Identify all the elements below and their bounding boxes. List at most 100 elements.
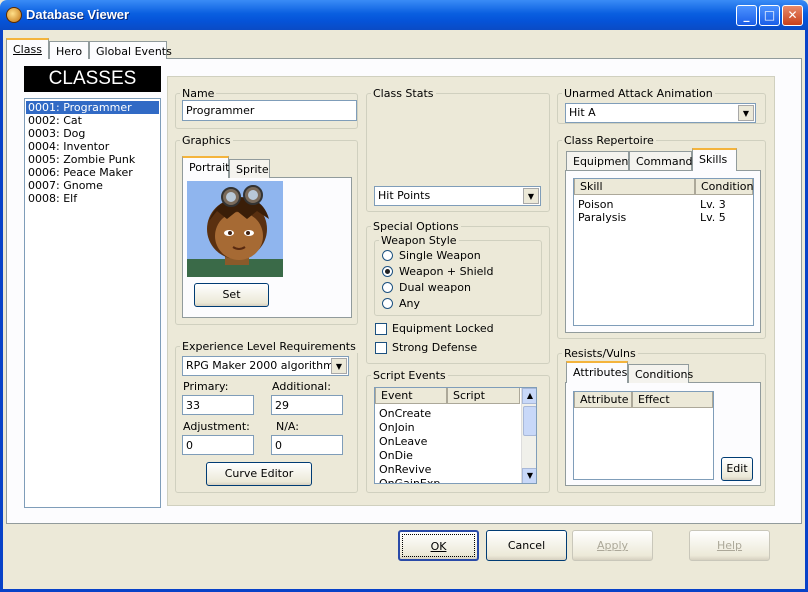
classes-header: CLASSES <box>24 66 161 92</box>
cancel-button[interactable]: Cancel <box>486 530 567 561</box>
effect-column-header[interactable]: Effect <box>632 392 713 408</box>
events-rows: OnCreate OnJoin OnLeave OnDie OnRevive OnGain… <box>379 407 519 483</box>
unarmed-value: Hit A <box>569 106 596 119</box>
class-stats-value: Hit Points <box>378 189 431 202</box>
tab-equipment[interactable]: Equipment <box>566 151 633 170</box>
tab-sprite[interactable]: Sprite <box>229 159 270 178</box>
tab-global-events[interactable]: Global Events <box>89 41 172 59</box>
skill-name: Poison <box>578 198 614 211</box>
class-list-item[interactable]: 0002: Cat <box>26 114 159 127</box>
na-field[interactable]: 0 <box>271 435 343 455</box>
tab-skills[interactable]: Skills <box>692 148 737 171</box>
event-row[interactable]: OnGainExp <box>379 477 519 483</box>
na-label: N/A: <box>276 420 299 433</box>
additional-label: Additional: <box>272 380 331 393</box>
equipment-locked-label: Equipment Locked <box>392 322 494 335</box>
chevron-down-icon: ▼ <box>738 105 754 121</box>
set-graphic-button[interactable]: Set <box>194 283 269 307</box>
scroll-thumb[interactable] <box>523 406 536 436</box>
adjustment-field[interactable]: 0 <box>182 435 254 455</box>
weapon-style-label: Single Weapon <box>399 249 481 262</box>
unarmed-animation-select[interactable]: Hit A ▼ <box>565 103 756 123</box>
tab-conditions-label: Conditions <box>635 368 694 381</box>
adjustment-label: Adjustment: <box>183 420 250 433</box>
class-list-item[interactable]: 0008: Elf <box>26 192 159 205</box>
class-list-item[interactable]: 0001: Programmer <box>26 101 159 114</box>
exp-algorithm-value: RPG Maker 2000 algorithm <box>186 359 334 372</box>
script-events-label: Script Events <box>371 369 448 382</box>
unarmed-label: Unarmed Attack Animation <box>562 87 715 100</box>
weapon-style-label: Weapon Style <box>379 234 459 247</box>
event-row[interactable]: OnJoin <box>379 421 519 435</box>
help-button[interactable]: Help <box>689 530 770 561</box>
scroll-up-icon[interactable]: ▲ <box>522 388 536 404</box>
event-column-header[interactable]: Event <box>375 388 447 404</box>
tab-global-events-label: Global Events <box>96 45 172 58</box>
scroll-down-icon[interactable]: ▼ <box>522 468 536 483</box>
class-list-item[interactable]: 0005: Zombie Punk <box>26 153 159 166</box>
class-repertoire-label: Class Repertoire <box>562 134 656 147</box>
portrait-image <box>187 181 283 277</box>
skill-condition: Lv. 3 <box>700 198 726 211</box>
tab-commands[interactable]: Commands <box>629 151 698 170</box>
tab-sprite-label: Sprite <box>236 163 269 176</box>
tab-conditions[interactable]: Conditions <box>628 364 693 383</box>
event-row[interactable]: OnCreate <box>379 407 519 421</box>
additional-field[interactable]: 29 <box>271 395 343 415</box>
tab-hero[interactable]: Hero <box>49 41 89 59</box>
class-list[interactable]: 0001: Programmer 0002: Cat 0003: Dog 0004: … <box>24 98 161 508</box>
name-field[interactable]: Programmer <box>182 100 357 121</box>
script-events-list[interactable]: Event Script OnCreate OnJoin OnLeave OnDie O… <box>374 387 537 484</box>
skill-row[interactable]: Poison Lv. 3 <box>578 198 748 211</box>
condition-column-header[interactable]: Condition <box>695 179 754 195</box>
radio-button[interactable] <box>382 266 393 277</box>
weapon-style-label: Dual weapon <box>399 281 471 294</box>
skills-list[interactable]: Skill Condition Poison Lv. 3 Paralysis Lv. … <box>573 178 754 326</box>
ok-button[interactable]: OK <box>398 530 479 561</box>
skill-column-header[interactable]: Skill <box>574 179 695 195</box>
tab-class[interactable]: Class <box>6 38 49 59</box>
radio-button[interactable] <box>382 250 393 261</box>
apply-button-label: Apply <box>596 539 629 552</box>
skill-condition: Lv. 5 <box>700 211 726 224</box>
graphics-label: Graphics <box>180 134 233 147</box>
strong-defense-checkbox[interactable] <box>375 342 387 354</box>
event-row[interactable]: OnDie <box>379 449 519 463</box>
events-scrollbar[interactable]: ▲ ▼ <box>521 388 536 483</box>
close-button[interactable]: ✕ <box>782 5 803 26</box>
radio-button[interactable] <box>382 298 393 309</box>
experience-label: Experience Level Requirements <box>180 340 358 353</box>
apply-button[interactable]: Apply <box>572 530 653 561</box>
script-column-header[interactable]: Script <box>447 388 520 404</box>
exp-algorithm-select[interactable]: RPG Maker 2000 algorithm ▼ <box>182 356 349 376</box>
chevron-down-icon: ▼ <box>331 358 347 374</box>
class-list-item[interactable]: 0006: Peace Maker <box>26 166 159 179</box>
equipment-locked-checkbox[interactable] <box>375 323 387 335</box>
event-row[interactable]: OnLeave <box>379 435 519 449</box>
maximize-button[interactable]: □ <box>759 5 780 26</box>
tab-portrait[interactable]: Portrait <box>182 156 229 178</box>
event-row[interactable]: OnRevive <box>379 463 519 477</box>
tab-skills-label: Skills <box>699 153 728 166</box>
minimize-button[interactable]: _ <box>736 5 757 26</box>
class-list-item[interactable]: 0007: Gnome <box>26 179 159 192</box>
edit-button[interactable]: Edit <box>721 457 753 481</box>
attribute-column-header[interactable]: Attribute <box>574 392 632 408</box>
portrait-face-icon <box>187 185 283 277</box>
name-label: Name <box>180 87 217 100</box>
primary-field[interactable]: 33 <box>182 395 254 415</box>
class-stats-select[interactable]: Hit Points ▼ <box>374 186 541 206</box>
curve-editor-button[interactable]: Curve Editor <box>206 462 312 486</box>
tab-attributes[interactable]: Attributes <box>566 361 628 383</box>
radio-button[interactable] <box>382 282 393 293</box>
tab-class-label: Class <box>13 43 42 56</box>
weapon-style-label: Weapon + Shield <box>399 265 494 278</box>
close-icon: ✕ <box>787 8 798 22</box>
skill-row[interactable]: Paralysis Lv. 5 <box>578 211 748 224</box>
attributes-list[interactable]: Attribute Effect <box>573 391 714 480</box>
primary-label: Primary: <box>183 380 229 393</box>
window-title: Database Viewer <box>26 7 130 22</box>
tab-portrait-label: Portrait <box>189 161 230 174</box>
class-list-item[interactable]: 0003: Dog <box>26 127 159 140</box>
class-list-item[interactable]: 0004: Inventor <box>26 140 159 153</box>
